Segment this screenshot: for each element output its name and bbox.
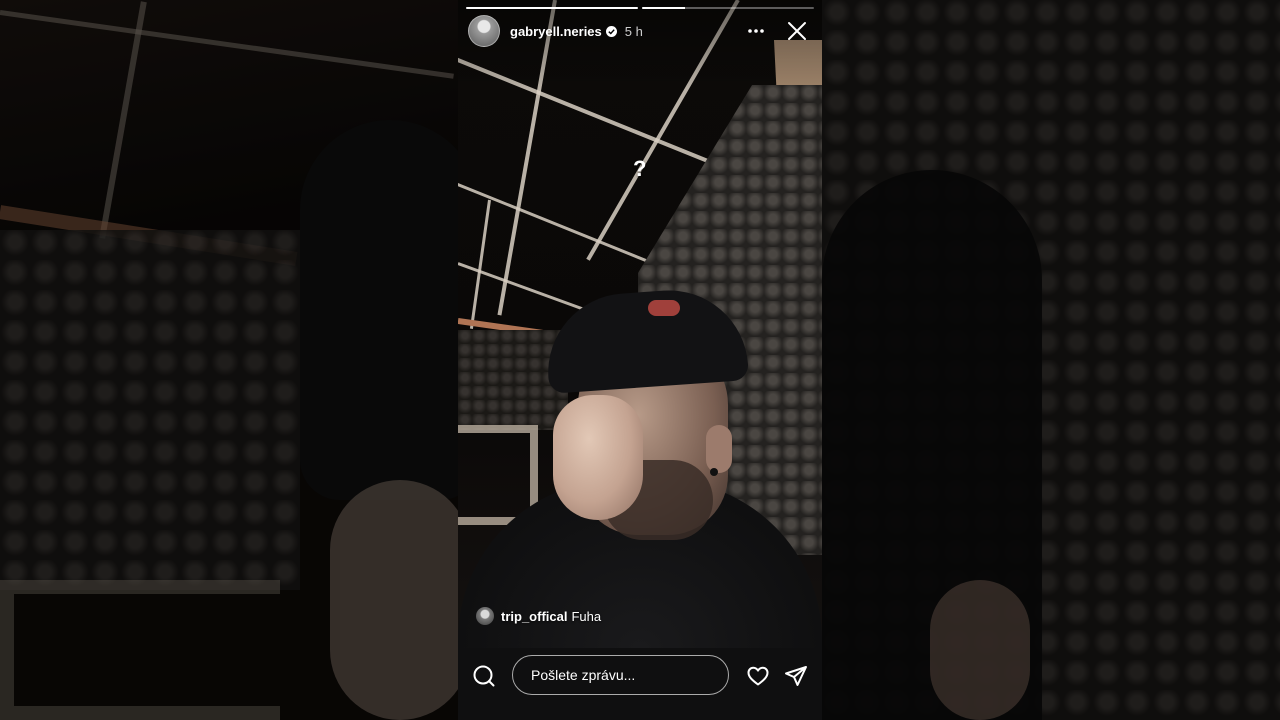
verified-badge-icon	[605, 25, 617, 37]
message-input[interactable]	[512, 655, 729, 695]
cap-logo	[648, 300, 680, 316]
ear	[706, 425, 732, 473]
progress-fill	[466, 7, 638, 9]
story-header: gabryell.neries 5 h	[468, 14, 814, 48]
story-comment: trip_offical Fuha	[476, 606, 601, 626]
story-media[interactable]: ?	[458, 0, 822, 648]
search-icon[interactable]	[472, 664, 496, 688]
story-text-sticker: ?	[633, 156, 647, 181]
comment-avatar[interactable]	[476, 607, 494, 625]
earring	[710, 468, 718, 476]
ceiling-beam	[469, 199, 491, 329]
comment-username[interactable]: trip_offical	[501, 609, 567, 624]
progress-segment	[466, 7, 638, 9]
progress-segment	[642, 7, 814, 9]
avatar[interactable]	[468, 15, 500, 47]
comment-text: Fuha	[571, 608, 602, 624]
fist	[553, 395, 643, 520]
progress-fill	[642, 7, 685, 9]
heart-icon[interactable]	[746, 664, 770, 688]
close-icon[interactable]	[784, 18, 810, 44]
username[interactable]: gabryell.neries	[510, 24, 602, 39]
story-viewer[interactable]: ? gabryell.neries 5 h trip_offical Fuha	[458, 0, 822, 720]
story-progress	[466, 7, 814, 9]
more-horizontal-icon[interactable]	[742, 20, 770, 42]
send-icon[interactable]	[784, 664, 808, 688]
timestamp: 5 h	[624, 23, 643, 39]
story-footer	[458, 648, 822, 720]
